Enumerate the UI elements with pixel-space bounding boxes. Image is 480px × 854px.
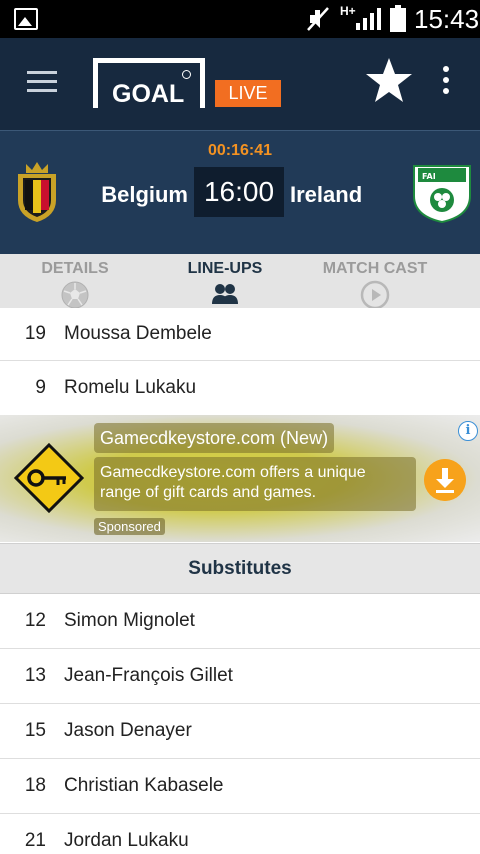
live-badge: LIVE	[215, 80, 281, 107]
substitutes-title: Substitutes	[188, 558, 292, 579]
menu-icon[interactable]	[27, 71, 57, 93]
play-icon	[360, 280, 390, 310]
clock: 15:43	[414, 4, 480, 34]
player-name: Romelu Lukaku	[64, 377, 197, 398]
list-item[interactable]: 12 Simon Mignolet	[0, 594, 480, 649]
tab-details-label: DETAILS	[41, 260, 109, 277]
ireland-crest-icon: FAI	[413, 165, 471, 224]
tab-line-ups-label: LINE-UPS	[187, 260, 263, 277]
player-number: 15	[24, 720, 46, 741]
key-sign-icon	[14, 443, 84, 513]
away-team-name[interactable]: Ireland	[290, 182, 362, 208]
overflow-menu-icon[interactable]	[440, 66, 452, 98]
soccer-ball-icon	[61, 281, 89, 309]
player-name: Jean-François Gillet	[64, 665, 233, 686]
svg-text:FAI: FAI	[422, 172, 436, 181]
belgium-crest-icon	[18, 162, 56, 222]
signal-icon	[356, 8, 381, 30]
player-name: Moussa Dembele	[64, 323, 212, 344]
download-icon[interactable]	[424, 459, 466, 501]
section-header: Substitutes	[0, 543, 480, 594]
network-type: H+	[340, 4, 356, 18]
list-item[interactable]: 9 Romelu Lukaku	[0, 361, 480, 416]
battery-icon	[390, 5, 406, 32]
match-timer: 00:16:41	[207, 142, 273, 159]
gallery-notification-icon	[14, 8, 38, 30]
match-header: 00:16:41 Belgium 16:00 Ireland FAI	[0, 130, 480, 254]
player-number: 9	[35, 377, 46, 398]
player-number: 18	[24, 775, 46, 796]
player-name: Christian Kabasele	[64, 775, 224, 796]
sponsored-label: Sponsored	[94, 518, 165, 535]
score-display: 16:00	[194, 167, 284, 217]
tab-match-cast-label: MATCH CAST	[322, 260, 428, 277]
list-item[interactable]: 18 Christian Kabasele	[0, 759, 480, 814]
mute-icon	[307, 7, 329, 31]
list-item[interactable]: 15 Jason Denayer	[0, 704, 480, 759]
player-number: 19	[24, 323, 46, 344]
list-item[interactable]: 19 Moussa Dembele	[0, 308, 480, 361]
player-name: Jason Denayer	[64, 720, 192, 741]
player-name: Simon Mignolet	[64, 610, 195, 631]
sponsored-ad[interactable]: Gamecdkeystore.com (New) Gamecdkeystore.…	[0, 415, 480, 542]
list-item[interactable]: 13 Jean-François Gillet	[0, 649, 480, 704]
registered-mark-icon	[182, 70, 191, 79]
player-name: Jordan Lukaku	[64, 830, 189, 851]
home-team-name[interactable]: Belgium	[60, 182, 188, 208]
players-icon	[212, 284, 238, 304]
favorite-star-icon[interactable]	[364, 56, 414, 106]
ad-title[interactable]: Gamecdkeystore.com (New)	[94, 423, 335, 453]
ad-info-icon[interactable]: i	[458, 421, 478, 441]
app-bar: GOAL LIVE	[0, 38, 480, 130]
goal-logo: GOAL	[112, 80, 185, 108]
player-number: 12	[24, 610, 46, 631]
player-number: 21	[24, 830, 46, 851]
player-number: 13	[24, 665, 46, 686]
header-divider	[0, 130, 480, 131]
ad-description[interactable]: Gamecdkeystore.com offers a unique range…	[94, 457, 416, 511]
list-item[interactable]: 21 Jordan Lukaku	[0, 814, 480, 854]
status-bar: H+ 15:43	[0, 0, 480, 38]
